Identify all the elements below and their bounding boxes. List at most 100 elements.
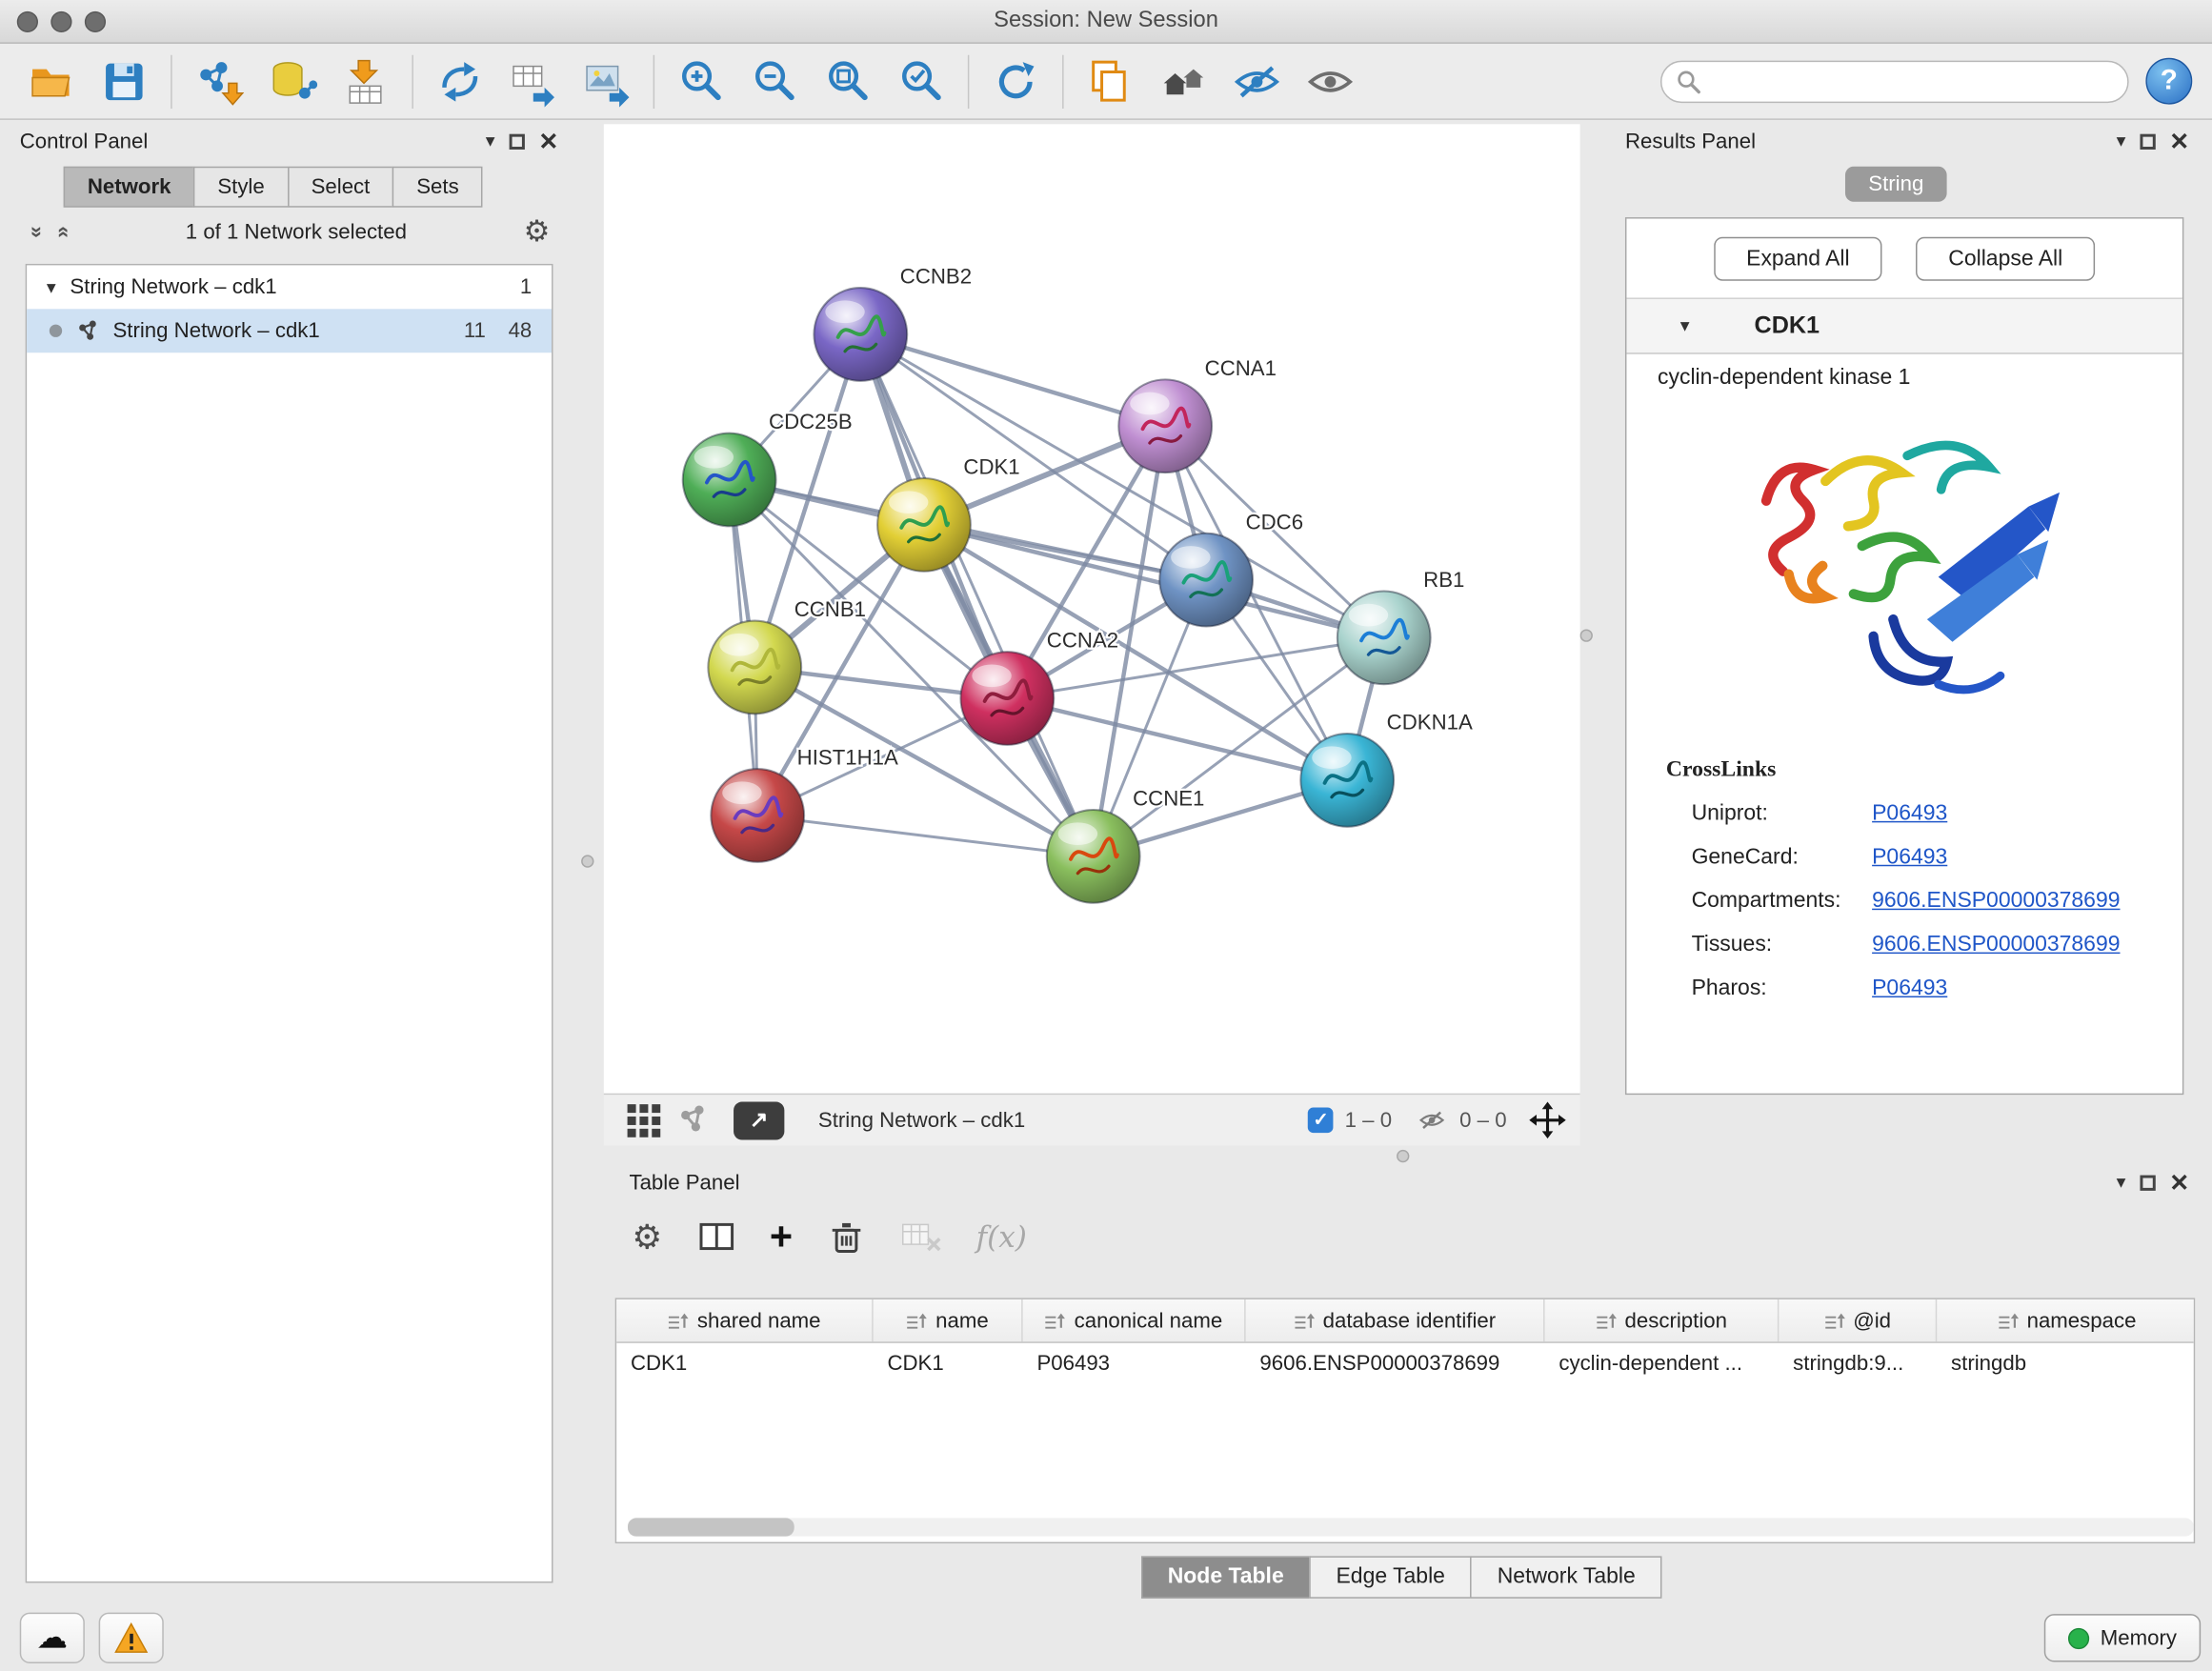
results-panel: Results Panel ▾ ✕ String Expand All Coll… — [1591, 124, 2201, 1145]
zoom-fit-button[interactable] — [812, 49, 885, 113]
column-header[interactable]: @id — [1779, 1299, 1937, 1341]
hidden-eye-slash-icon — [1415, 1106, 1449, 1135]
float-panel-icon[interactable] — [509, 133, 524, 149]
close-panel-icon[interactable]: ✕ — [2169, 129, 2189, 152]
sort-column-icon — [1595, 1311, 1616, 1329]
refresh-button[interactable] — [979, 49, 1053, 113]
string-results-tab[interactable]: String — [1846, 167, 1946, 202]
warnings-button[interactable] — [99, 1613, 164, 1663]
table-row[interactable]: CDK1 CDK1 P06493 9606.ENSP00000378699 cy… — [616, 1343, 2194, 1384]
splitter-handle[interactable] — [1397, 1150, 1409, 1162]
panel-menu-icon[interactable]: ▾ — [2117, 1171, 2126, 1194]
cloud-button[interactable]: ☁ — [20, 1613, 85, 1663]
close-panel-icon[interactable]: ✕ — [538, 129, 558, 152]
node-table: shared name name canonical name database… — [615, 1298, 2196, 1543]
app-window: Session: New Session ? Control — [0, 0, 2212, 1670]
tab-select[interactable]: Select — [287, 167, 393, 208]
scrollbar-thumb[interactable] — [628, 1518, 794, 1536]
crosslink-link[interactable]: 9606.ENSP00000378699 — [1872, 932, 2120, 957]
selected-checkbox-icon[interactable]: ✓ — [1308, 1107, 1334, 1133]
sort-column-icon — [906, 1311, 927, 1329]
cell-shared-name: CDK1 — [616, 1352, 874, 1376]
crosslink-link[interactable]: P06493 — [1872, 976, 1947, 1001]
open-session-button[interactable] — [14, 49, 88, 113]
crosslink-label: Pharos: — [1692, 976, 1873, 1001]
show-columns-icon[interactable] — [696, 1218, 735, 1256]
pan-move-icon[interactable] — [1529, 1102, 1566, 1139]
tab-network[interactable]: Network — [64, 167, 195, 208]
hide-selected-eye-slash-button[interactable] — [1220, 49, 1294, 113]
export-image-button[interactable] — [570, 49, 643, 113]
function-builder-icon[interactable]: f(x) — [976, 1220, 1027, 1255]
column-header[interactable]: database identifier — [1246, 1299, 1545, 1341]
memory-button[interactable]: Memory — [2044, 1614, 2202, 1661]
horizontal-scrollbar[interactable] — [628, 1518, 2194, 1536]
expand-all-button[interactable]: Expand All — [1714, 237, 1882, 281]
network-options-gear-icon[interactable]: ⚙ — [524, 213, 551, 249]
zoom-out-button[interactable] — [737, 49, 811, 113]
zoom-selected-button[interactable] — [885, 49, 958, 113]
memory-status-dot — [2068, 1627, 2089, 1648]
crosslink-link[interactable]: P06493 — [1872, 844, 1947, 870]
column-header[interactable]: shared name — [616, 1299, 874, 1341]
delete-column-trash-icon[interactable] — [827, 1218, 866, 1257]
sort-column-icon — [1294, 1311, 1315, 1329]
tab-style[interactable]: Style — [193, 167, 289, 208]
save-session-button[interactable] — [88, 49, 161, 113]
delete-table-icon[interactable] — [900, 1218, 942, 1256]
import-network-database-button[interactable] — [255, 49, 329, 113]
share-network-icon[interactable] — [669, 1100, 719, 1139]
column-header[interactable]: namespace — [1937, 1299, 2195, 1341]
close-panel-icon[interactable]: ✕ — [2169, 1170, 2189, 1194]
birds-eye-view-button[interactable]: ↗ — [734, 1101, 784, 1139]
column-header[interactable]: name — [874, 1299, 1023, 1341]
section-expander-icon[interactable]: ▾ — [1680, 314, 1690, 337]
help-button[interactable]: ? — [2145, 58, 2192, 105]
new-network-button[interactable] — [423, 49, 496, 113]
export-network-file-button[interactable] — [496, 49, 570, 113]
crosslink-link[interactable]: 9606.ENSP00000378699 — [1872, 888, 2120, 914]
tab-node-table[interactable]: Node Table — [1141, 1556, 1311, 1598]
collection-expander-icon[interactable]: ▾ — [47, 276, 56, 299]
svg-text:CDK1: CDK1 — [963, 455, 1019, 479]
horizontal-splitter[interactable] — [604, 1145, 2201, 1165]
grid-view-icon[interactable] — [618, 1100, 669, 1139]
zoom-in-button[interactable] — [664, 49, 737, 113]
tab-edge-table[interactable]: Edge Table — [1309, 1556, 1472, 1598]
crosslink-row: Tissues: 9606.ENSP00000378699 — [1626, 922, 2182, 966]
float-panel-icon[interactable] — [2140, 133, 2155, 149]
add-column-icon[interactable]: + — [770, 1218, 793, 1257]
expand-all-networks-icon[interactable]: » — [25, 226, 49, 237]
network-collection-row[interactable]: ▾ String Network – cdk1 1 — [27, 265, 552, 309]
toolbar-separator — [1062, 54, 1063, 108]
results-splitter[interactable] — [1580, 124, 1592, 1145]
tab-sets[interactable]: Sets — [392, 167, 483, 208]
network-row[interactable]: String Network – cdk1 11 48 — [27, 309, 552, 352]
copy-document-button[interactable] — [1074, 49, 1147, 113]
import-table-file-button[interactable] — [329, 49, 402, 113]
search-input[interactable] — [1701, 68, 2127, 94]
column-header[interactable]: description — [1545, 1299, 1780, 1341]
toolbar-separator — [968, 54, 969, 108]
crosslink-link[interactable]: P06493 — [1872, 800, 1947, 826]
table-options-gear-icon[interactable]: ⚙ — [632, 1217, 662, 1258]
network-view-toolbar: ↗ String Network – cdk1 ✓ 1 – 0 0 – 0 — [604, 1094, 1580, 1146]
panel-menu-icon[interactable]: ▾ — [486, 130, 495, 152]
collapse-all-button[interactable]: Collapse All — [1916, 237, 2095, 281]
splitter-handle[interactable] — [581, 855, 593, 867]
collapse-all-networks-icon[interactable]: » — [50, 226, 74, 237]
panel-menu-icon[interactable]: ▾ — [2117, 130, 2126, 152]
network-canvas[interactable]: CCNB2CCNA1CDC25BCDK1CDC6RB1CCNB1CCNA2CDK… — [604, 124, 1580, 1093]
tab-network-table[interactable]: Network Table — [1471, 1556, 1662, 1598]
import-network-file-button[interactable] — [182, 49, 255, 113]
sort-column-icon — [1997, 1311, 2018, 1329]
gene-section-header[interactable]: ▾ CDK1 — [1626, 299, 2182, 354]
gene-description: cyclin-dependent kinase 1 — [1626, 354, 2182, 393]
crosslink-row: GeneCard: P06493 — [1626, 836, 2182, 879]
home-networks-button[interactable] — [1147, 49, 1220, 113]
vertical-splitter[interactable] — [570, 124, 604, 1582]
main-toolbar: ? — [0, 44, 2212, 120]
column-header[interactable]: canonical name — [1023, 1299, 1246, 1341]
float-panel-icon[interactable] — [2140, 1175, 2155, 1190]
show-all-eye-button[interactable] — [1294, 49, 1367, 113]
